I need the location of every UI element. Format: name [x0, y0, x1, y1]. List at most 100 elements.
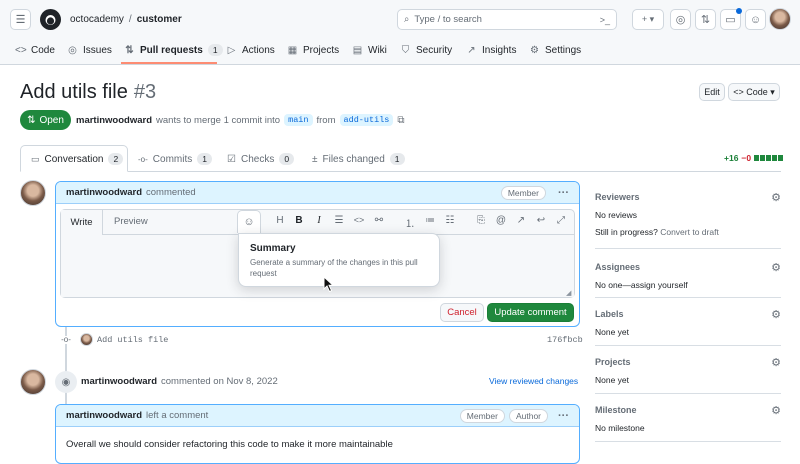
tab-code[interactable]: <> Code — [15, 42, 55, 58]
review-author[interactable]: martinwoodward — [81, 376, 157, 387]
assignees-section: Assignees ⚙ No one—assign yourself — [595, 262, 781, 290]
link-icon[interactable]: ⚯ — [372, 215, 386, 226]
cancel-button[interactable]: Cancel — [440, 303, 484, 322]
tab-conversation[interactable]: ▭ Conversation 2 — [31, 146, 124, 172]
cross-reference-icon[interactable]: ↗ — [514, 215, 528, 226]
comment-author[interactable]: martinwoodward — [66, 410, 142, 421]
inbox-button[interactable]: ▭ — [720, 8, 742, 30]
command-palette-icon[interactable]: >_ — [600, 15, 610, 25]
copilot-summary-button[interactable]: ☺ — [237, 210, 261, 233]
issues-button[interactable]: ◎ — [670, 9, 691, 30]
menu-button[interactable]: ☰ — [10, 9, 31, 30]
summary-tooltip[interactable]: Summary Generate a summary of the change… — [238, 233, 440, 287]
task-list-icon[interactable]: ☷ — [443, 215, 457, 226]
tab-pull-requests[interactable]: ⇅ Pull requests 1 — [124, 42, 223, 58]
write-tab[interactable]: Write — [61, 210, 103, 235]
user-avatar[interactable] — [769, 8, 791, 30]
files-changed-count: 1 — [389, 153, 405, 165]
view-reviewed-changes-link[interactable]: View reviewed changes — [489, 376, 578, 386]
preview-tab[interactable]: Preview — [114, 216, 148, 227]
sidebar-divider — [595, 441, 781, 442]
quote-icon[interactable]: ☰ — [332, 215, 346, 226]
tab-pull-requests-label: Pull requests — [140, 44, 203, 56]
kebab-icon[interactable]: ··· — [558, 410, 569, 422]
copilot-button[interactable]: ☺ — [745, 9, 766, 30]
unordered-list-icon[interactable]: ≔ — [423, 215, 437, 226]
base-branch[interactable]: main — [284, 114, 313, 126]
code-icon: <> — [15, 44, 27, 56]
active-tab-underline — [121, 62, 217, 64]
tab-insights[interactable]: ↗ Insights — [466, 42, 516, 58]
org-link[interactable]: octocademy — [70, 14, 124, 25]
convert-to-draft-link[interactable]: Convert to draft — [660, 227, 719, 237]
search-input[interactable]: ⌕ Type / to search >_ — [397, 9, 617, 30]
copilot-icon: ☺ — [749, 13, 762, 26]
projects-value: None yet — [595, 375, 630, 385]
resize-handle-icon[interactable]: ◢ — [566, 289, 571, 297]
edit-title-button[interactable]: Edit — [699, 83, 725, 101]
sidebar-divider — [595, 393, 781, 394]
avatar[interactable] — [20, 369, 46, 395]
hamburger-icon: ☰ — [15, 14, 26, 26]
gear-icon[interactable]: ⚙ — [771, 191, 781, 204]
paperclip-icon[interactable]: ⎘ — [474, 215, 488, 226]
fullscreen-icon[interactable]: ⤢ — [554, 215, 568, 226]
kebab-icon[interactable]: ··· — [558, 187, 569, 199]
tab-actions[interactable]: ▷ Actions — [226, 42, 275, 58]
gear-icon[interactable]: ⚙ — [771, 404, 781, 417]
edit-label: Edit — [704, 87, 720, 97]
mention-icon[interactable]: @ — [494, 215, 508, 226]
reviewers-title[interactable]: Reviewers — [595, 192, 781, 202]
tab-projects-label: Projects — [303, 44, 340, 56]
bold-icon[interactable]: B — [292, 215, 306, 226]
github-logo[interactable] — [40, 9, 61, 30]
comment-author[interactable]: martinwoodward — [66, 187, 142, 198]
file-diff-icon: ± — [312, 153, 318, 165]
reply-icon[interactable]: ↩ — [534, 215, 548, 226]
avatar[interactable] — [20, 180, 46, 206]
gear-icon[interactable]: ⚙ — [771, 308, 781, 321]
tab-projects[interactable]: ▦ Projects — [287, 42, 339, 58]
assignees-title[interactable]: Assignees — [595, 262, 781, 272]
comment-header: martinwoodward commented Member ··· — [56, 182, 579, 204]
commit-node-icon: -o- — [60, 335, 72, 344]
gear-icon[interactable]: ⚙ — [771, 356, 781, 369]
tab-issues[interactable]: ◎ Issues — [67, 42, 112, 58]
commit-avatar[interactable] — [80, 333, 93, 346]
projects-title[interactable]: Projects — [595, 357, 781, 367]
pr-title: Add utils file #3 — [20, 81, 156, 104]
tab-commits[interactable]: -o- Commits 1 — [138, 146, 212, 172]
code-icon[interactable]: <> — [352, 215, 366, 225]
create-new-button[interactable]: + ▾ — [632, 9, 664, 30]
repo-link[interactable]: customer — [137, 14, 182, 25]
italic-icon[interactable]: I — [312, 215, 326, 226]
copy-icon[interactable]: ⧉ — [397, 115, 404, 126]
pr-author-link[interactable]: martinwoodward — [76, 115, 152, 126]
heading-icon[interactable]: H — [273, 215, 287, 226]
breadcrumb: octocademy / customer — [70, 14, 182, 25]
preview-tab-label: Preview — [114, 216, 148, 227]
milestone-title[interactable]: Milestone — [595, 405, 781, 415]
code-dropdown-label: <> Code ▾ — [733, 86, 775, 97]
tab-actions-label: Actions — [242, 44, 275, 56]
labels-title[interactable]: Labels — [595, 309, 781, 319]
tab-commits-label: Commits — [152, 153, 193, 165]
commit-sha[interactable]: 176fbcb — [547, 335, 583, 345]
tab-security[interactable]: ⛉ Security — [400, 42, 452, 58]
head-branch[interactable]: add-utils — [339, 114, 394, 126]
tab-settings[interactable]: ⚙ Settings — [529, 42, 581, 58]
pull-requests-button[interactable]: ⇅ — [695, 9, 716, 30]
tooltip-title: Summary — [250, 243, 296, 254]
tab-files-changed[interactable]: ± Files changed 1 — [312, 146, 405, 172]
code-dropdown-button[interactable]: <> Code ▾ — [728, 83, 780, 101]
tab-wiki[interactable]: ▤ Wiki — [352, 42, 387, 58]
sidebar-divider — [595, 297, 781, 298]
gear-icon[interactable]: ⚙ — [771, 261, 781, 274]
commit-message[interactable]: Add utils file — [97, 335, 168, 345]
update-comment-button[interactable]: Update comment — [487, 303, 574, 322]
diffstat[interactable]: +16 −0 — [724, 153, 784, 163]
ordered-list-icon[interactable]: ⒈ — [403, 215, 417, 230]
search-placeholder: Type / to search — [414, 14, 482, 25]
tab-checks[interactable]: ☑ Checks 0 — [227, 146, 295, 172]
assign-yourself-link[interactable]: assign yourself — [631, 280, 688, 290]
